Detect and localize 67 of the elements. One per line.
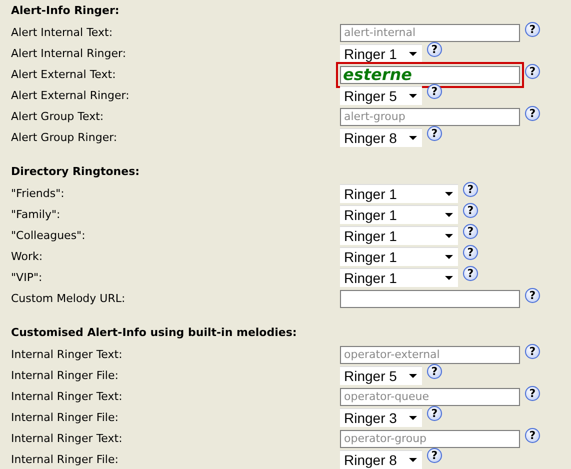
help-button[interactable]: ? — [463, 245, 478, 260]
field-label: Alert Internal Text: — [11, 26, 114, 39]
field-label: "Friends": — [11, 187, 66, 200]
field-label: Alert External Text: — [11, 68, 117, 81]
input-field[interactable]: operator-group — [340, 430, 520, 448]
field-label: "Family": — [11, 208, 62, 221]
dropdown[interactable]: Ringer 8 — [340, 450, 422, 469]
dropdown[interactable]: Ringer 1 — [340, 184, 458, 203]
help-button[interactable]: ? — [427, 448, 442, 463]
help-button[interactable]: ? — [463, 224, 478, 239]
field-label: Alert Internal Ringer: — [11, 47, 128, 60]
help-button[interactable]: ? — [427, 126, 442, 141]
field-label: Internal Ringer Text: — [11, 390, 124, 403]
caret-icon — [445, 255, 453, 259]
help-button[interactable]: ? — [427, 42, 442, 57]
section-heading: Directory Ringtones: — [11, 164, 141, 180]
help-button[interactable]: ? — [427, 364, 442, 379]
caret-icon — [409, 374, 417, 378]
caret-icon — [445, 234, 453, 238]
caret-icon — [409, 416, 417, 420]
dropdown[interactable]: Ringer 1 — [340, 268, 458, 287]
section-heading: Customised Alert-Info using built-in melodies: — [11, 325, 298, 341]
dropdown[interactable]: Ringer 5 — [340, 366, 422, 385]
caret-icon — [409, 136, 417, 140]
input-field[interactable]: alert-group — [340, 108, 520, 126]
field-label: Alert Group Text: — [11, 110, 105, 123]
help-button[interactable]: ? — [525, 288, 540, 302]
input-field[interactable]: operator-queue — [340, 388, 520, 406]
dropdown[interactable]: Ringer 3 — [340, 408, 422, 427]
field-label: Internal Ringer Text: — [11, 348, 124, 361]
dropdown[interactable]: Ringer 8 — [340, 128, 422, 147]
caret-icon — [445, 276, 453, 280]
caret-icon — [445, 213, 453, 217]
field-label: Work: — [11, 250, 44, 263]
help-button[interactable]: ? — [427, 84, 442, 99]
input-field[interactable] — [340, 290, 520, 308]
dropdown[interactable]: Ringer 1 — [340, 205, 458, 224]
help-button[interactable]: ? — [525, 344, 540, 358]
help-button[interactable]: ? — [463, 203, 478, 218]
caret-icon — [445, 192, 453, 196]
help-button[interactable]: ? — [463, 182, 478, 197]
input-field[interactable]: alert-internal — [340, 24, 520, 42]
dropdown[interactable]: Ringer 1 — [340, 247, 458, 266]
field-label: Alert External Ringer: — [11, 89, 130, 102]
help-button[interactable]: ? — [525, 106, 540, 120]
field-label: Internal Ringer Text: — [11, 432, 124, 445]
dropdown[interactable]: Ringer 1 — [340, 44, 422, 63]
caret-icon — [409, 52, 417, 56]
help-button[interactable]: ? — [463, 266, 478, 281]
help-button[interactable]: ? — [427, 406, 442, 421]
field-label: Alert Group Ringer: — [11, 131, 118, 144]
field-label: Custom Melody URL: — [11, 292, 126, 305]
dropdown[interactable]: Ringer 1 — [340, 226, 458, 245]
field-label: "VIP": — [11, 271, 44, 284]
field-label: "Colleagues": — [11, 229, 86, 242]
help-button[interactable]: ? — [525, 64, 540, 78]
caret-icon — [409, 458, 417, 462]
input-field[interactable]: operator-external — [340, 346, 520, 364]
field-label: Internal Ringer File: — [11, 369, 120, 382]
dropdown[interactable]: Ringer 5 — [340, 86, 422, 105]
section-heading: Alert-Info Ringer: — [11, 3, 120, 19]
help-button[interactable]: ? — [525, 386, 540, 400]
field-label: Internal Ringer File: — [11, 411, 120, 424]
help-button[interactable]: ? — [525, 428, 540, 442]
caret-icon — [409, 94, 417, 98]
field-label: Internal Ringer File: — [11, 453, 120, 466]
help-button[interactable]: ? — [525, 22, 540, 36]
